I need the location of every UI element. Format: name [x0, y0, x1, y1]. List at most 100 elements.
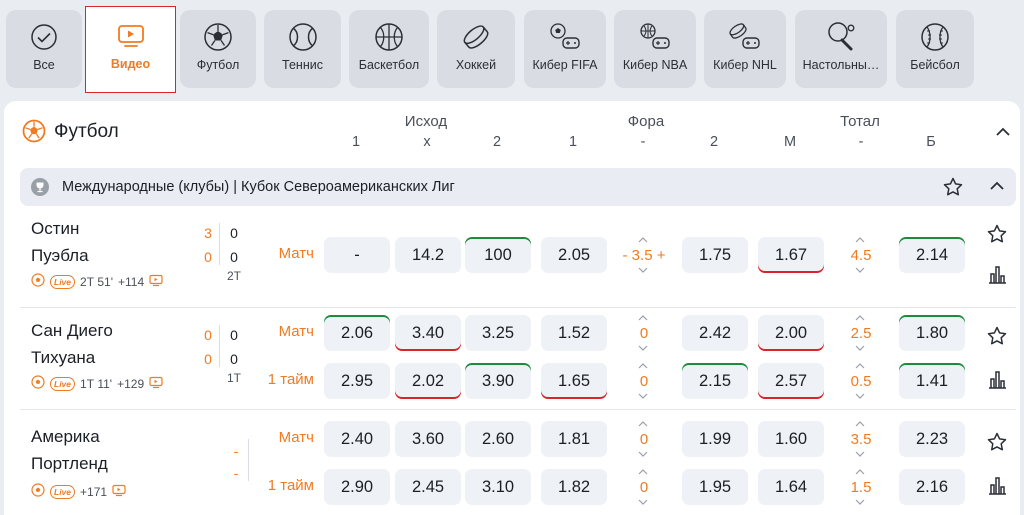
- tab-cyber-fifa[interactable]: Кибер FIFA: [524, 10, 606, 88]
- total-value[interactable]: 3.5: [828, 421, 894, 457]
- handicap-value[interactable]: 0: [611, 469, 677, 505]
- odd-2[interactable]: 3.10: [465, 469, 531, 505]
- score-away: 0: [204, 351, 212, 367]
- odd-2[interactable]: 3.90: [465, 363, 531, 399]
- tab-football[interactable]: Футбол: [180, 10, 256, 88]
- odd-2[interactable]: 3.25: [465, 315, 531, 351]
- chevron-up-icon[interactable]: [994, 123, 1012, 146]
- table-tennis-icon: [825, 22, 857, 52]
- odd-1[interactable]: 2.90: [324, 469, 390, 505]
- odd-x[interactable]: 3.60: [395, 421, 461, 457]
- star-icon[interactable]: [942, 176, 964, 203]
- tab-all[interactable]: Все: [6, 10, 82, 88]
- handicap-value[interactable]: 0: [611, 421, 677, 457]
- tab-baseball[interactable]: Бейсбол: [896, 10, 974, 88]
- total-over[interactable]: 2.14: [899, 237, 965, 273]
- total-under[interactable]: 1.60: [758, 421, 824, 457]
- team-home: Америка: [31, 427, 100, 446]
- handicap-1[interactable]: 1.82: [541, 469, 607, 505]
- total-under[interactable]: 1.67: [758, 237, 824, 273]
- handicap-1[interactable]: 1.81: [541, 421, 607, 457]
- odd-x[interactable]: 14.2: [395, 237, 461, 273]
- tab-table-tennis[interactable]: Настольны…: [795, 10, 887, 88]
- tv-icon[interactable]: [149, 274, 163, 290]
- total-text: 4.5: [850, 246, 872, 264]
- match-row[interactable]: Остин Пуэбла 3 0 0 0 2Т Live 2Т 51' +114…: [20, 211, 1016, 301]
- more-markets-link[interactable]: +171: [80, 485, 107, 499]
- match-row[interactable]: Америка Портленд - - Live +171 Матч 2.40…: [20, 419, 1016, 515]
- market-label: 1 тайм: [267, 371, 314, 388]
- group-outcome: Исход: [404, 113, 448, 130]
- handicap-1[interactable]: 2.05: [541, 237, 607, 273]
- handicap-2[interactable]: 2.15: [682, 363, 748, 399]
- star-icon[interactable]: [986, 431, 1008, 458]
- tv-icon[interactable]: [149, 376, 163, 392]
- total-under[interactable]: 2.57: [758, 363, 824, 399]
- handicap-value[interactable]: - 3.5 +: [611, 237, 677, 273]
- match-row[interactable]: Сан Диего Тихуана 0 0 0 0 1Т Live 1Т 11'…: [20, 313, 1016, 409]
- stats-icon[interactable]: [986, 263, 1008, 290]
- star-icon[interactable]: [986, 325, 1008, 352]
- total-value[interactable]: 2.5: [828, 315, 894, 351]
- match-time: 1Т 11': [80, 376, 113, 391]
- stats-icon[interactable]: [986, 368, 1008, 395]
- live-badge: Live: [50, 484, 76, 499]
- odd-2[interactable]: 2.60: [465, 421, 531, 457]
- col-header: 1: [568, 134, 578, 150]
- more-markets-link[interactable]: +129: [117, 377, 144, 391]
- total-over[interactable]: 2.23: [899, 421, 965, 457]
- chevron-up-icon[interactable]: [988, 177, 1006, 200]
- score-away: 0: [204, 249, 212, 265]
- total-under[interactable]: 2.00: [758, 315, 824, 351]
- team-home: Остин: [31, 219, 80, 238]
- team-home: Сан Диего: [31, 321, 113, 340]
- odd-x[interactable]: 3.40: [395, 315, 461, 351]
- odd-x[interactable]: 2.45: [395, 469, 461, 505]
- gamepad-hockey-icon: [727, 22, 763, 52]
- total-under[interactable]: 1.64: [758, 469, 824, 505]
- stats-icon[interactable]: [986, 474, 1008, 501]
- sport-title: Футбол: [54, 121, 119, 142]
- tv-icon: [117, 21, 145, 51]
- period-score-home: 0: [230, 327, 238, 343]
- col-header: x: [423, 134, 431, 150]
- tab-hockey[interactable]: Хоккей: [437, 10, 515, 88]
- handicap-text: 0: [639, 372, 649, 390]
- total-over[interactable]: 1.80: [899, 315, 965, 351]
- market-label: Матч: [278, 323, 314, 340]
- handicap-2[interactable]: 1.75: [682, 237, 748, 273]
- handicap-1[interactable]: 1.65: [541, 363, 607, 399]
- total-over[interactable]: 2.16: [899, 469, 965, 505]
- handicap-1[interactable]: 1.52: [541, 315, 607, 351]
- soccer-ball-icon: [31, 273, 45, 290]
- odd-1[interactable]: 2.40: [324, 421, 390, 457]
- handicap-2[interactable]: 1.95: [682, 469, 748, 505]
- total-value[interactable]: 4.5: [828, 237, 894, 273]
- odd-1[interactable]: 2.95: [324, 363, 390, 399]
- odd-1[interactable]: -: [324, 237, 390, 273]
- live-badge: Live: [50, 274, 76, 289]
- handicap-2[interactable]: 2.42: [682, 315, 748, 351]
- handicap-2[interactable]: 1.99: [682, 421, 748, 457]
- odd-1[interactable]: 2.06: [324, 315, 390, 351]
- col-header: Б: [926, 134, 936, 150]
- tv-icon[interactable]: [112, 484, 126, 500]
- tab-tennis[interactable]: Теннис: [264, 10, 341, 88]
- tab-cyber-nhl[interactable]: Кибер NHL: [704, 10, 786, 88]
- league-header: Международные (клубы) | Кубок Североамер…: [20, 168, 1016, 206]
- total-over[interactable]: 1.41: [899, 363, 965, 399]
- total-value[interactable]: 1.5: [828, 469, 894, 505]
- tab-cyber-nba[interactable]: Кибер NBA: [614, 10, 696, 88]
- star-icon[interactable]: [986, 223, 1008, 250]
- tab-video[interactable]: Видео: [85, 6, 176, 93]
- total-text: 2.5: [850, 324, 872, 342]
- odd-x[interactable]: 2.02: [395, 363, 461, 399]
- tab-basketball[interactable]: Баскетбол: [349, 10, 429, 88]
- handicap-value[interactable]: 0: [611, 315, 677, 351]
- handicap-value[interactable]: 0: [611, 363, 677, 399]
- total-value[interactable]: 0.5: [828, 363, 894, 399]
- more-markets-link[interactable]: +114: [118, 275, 144, 289]
- basketball-icon: [374, 22, 404, 52]
- period-score-away: 0: [230, 351, 238, 367]
- odd-2[interactable]: 100: [465, 237, 531, 273]
